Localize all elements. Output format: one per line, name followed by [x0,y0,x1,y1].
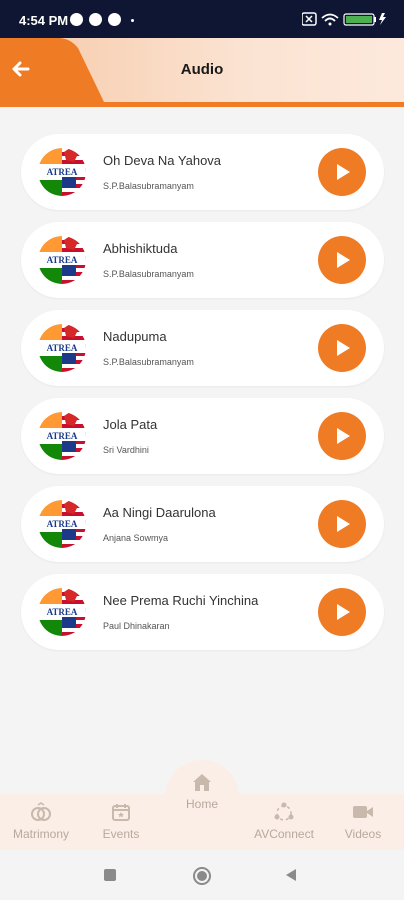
song-title: Aa Ningi Daarulona [103,505,216,520]
network-icon [274,802,294,821]
calendar-icon [112,804,130,821]
nav-events[interactable]: Events [92,802,150,841]
audio-card[interactable]: ATREA Abhishiktuda S.P.Balasubramanyam [21,222,384,298]
play-icon [337,164,350,180]
home-button-icon[interactable] [192,866,212,886]
atrea-logo-icon: ATREA [38,236,86,284]
song-title: Nadupuma [103,329,167,344]
notification-icon [108,13,121,26]
app-header: Audio [0,38,404,107]
rings-icon [31,802,51,821]
play-button[interactable] [318,236,366,284]
nav-home[interactable]: Home [172,772,232,811]
svg-text:ATREA: ATREA [47,607,78,617]
svg-text:ATREA: ATREA [47,255,78,265]
audio-card[interactable]: ATREA Jola Pata Sri Vardhini [21,398,384,474]
song-artist: Sri Vardhini [103,445,149,455]
audio-card[interactable]: ATREA Oh Deva Na Yahova S.P.Balasubraman… [21,134,384,210]
song-artist: S.P.Balasubramanyam [103,357,194,367]
back-nav-button-icon[interactable] [284,868,298,882]
page-title: Audio [180,61,224,78]
status-time: 4:54 PM [19,13,69,28]
nav-matrimony[interactable]: Matrimony [8,802,74,841]
more-notifications-icon [131,19,134,22]
song-logo: ATREA [38,324,86,372]
svg-text:ATREA: ATREA [47,343,78,353]
play-icon [337,516,350,532]
song-artist: S.P.Balasubramanyam [103,181,194,191]
svg-text:ATREA: ATREA [47,167,78,177]
audio-card[interactable]: ATREA Aa Ningi Daarulona Anjana Sowmya [21,486,384,562]
nav-avconnect[interactable]: AVConnect [248,802,320,841]
play-icon [337,340,350,356]
play-icon [337,252,350,268]
atrea-logo-icon: ATREA [38,148,86,196]
song-logo: ATREA [38,236,86,284]
nav-avconnect-label: AVConnect [254,827,314,841]
song-logo: ATREA [38,588,86,636]
atrea-logo-icon: ATREA [38,324,86,372]
play-button[interactable] [318,324,366,372]
play-button[interactable] [318,588,366,636]
home-icon [193,774,211,791]
nav-videos[interactable]: Videos [338,802,388,841]
recents-button-icon[interactable] [103,868,117,882]
song-title: Nee Prema Ruchi Yinchina [103,593,259,608]
svg-text:ATREA: ATREA [47,431,78,441]
song-logo: ATREA [38,148,86,196]
song-artist: Paul Dhinakaran [103,621,170,631]
play-button[interactable] [318,148,366,196]
system-status-icons [302,12,386,26]
nav-matrimony-label: Matrimony [12,827,69,841]
audio-list: ATREA Oh Deva Na Yahova S.P.Balasubraman… [21,134,384,662]
song-artist: Anjana Sowmya [103,533,169,543]
notification-icon [89,13,102,26]
nav-home-label: Home [185,797,218,811]
nav-videos-label: Videos [344,827,382,841]
play-button[interactable] [318,500,366,548]
play-icon [337,428,350,444]
video-camera-icon [353,806,373,818]
status-bar: 4:54 PM [0,0,404,38]
notification-icon [70,13,83,26]
system-navigation-bar [0,850,404,900]
svg-text:ATREA: ATREA [47,519,78,529]
atrea-logo-icon: ATREA [38,412,86,460]
nav-events-label: Events [102,827,140,841]
song-logo: ATREA [38,500,86,548]
atrea-logo-icon: ATREA [38,500,86,548]
song-artist: S.P.Balasubramanyam [103,269,194,279]
song-title: Jola Pata [103,417,158,432]
audio-card[interactable]: ATREA Nadupuma S.P.Balasubramanyam [21,310,384,386]
play-button[interactable] [318,412,366,460]
atrea-logo-icon: ATREA [38,588,86,636]
audio-card[interactable]: ATREA Nee Prema Ruchi Yinchina Paul Dhin… [21,574,384,650]
song-title: Abhishiktuda [103,241,178,256]
song-title: Oh Deva Na Yahova [103,153,222,168]
play-icon [337,604,350,620]
song-logo: ATREA [38,412,86,460]
